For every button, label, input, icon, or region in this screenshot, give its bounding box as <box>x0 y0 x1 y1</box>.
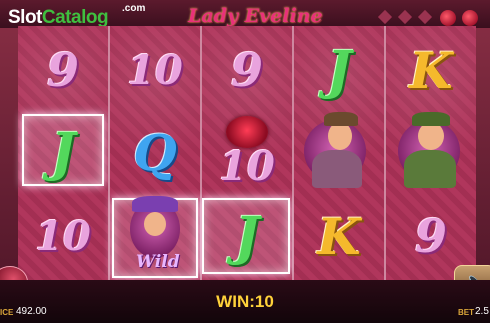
bet-value: 2.5 <box>475 306 489 317</box>
win-value: 10 <box>254 292 274 311</box>
gem-decoration-icon <box>377 9 393 25</box>
game-title: Lady Eveline <box>188 5 323 27</box>
balance-value: 492.00 <box>16 306 47 317</box>
symbol-label: 10 <box>35 212 91 260</box>
win-label: WIN: <box>216 292 255 311</box>
game-screen: SlotCatalog .com Lady Eveline 9 J 10 10 … <box>0 0 490 323</box>
rose-decoration-icon <box>462 10 478 26</box>
symbol-label: J <box>326 39 352 101</box>
bet-label: BET <box>458 308 474 317</box>
man-coat-icon <box>312 150 362 188</box>
gem-decoration-icon <box>417 9 433 25</box>
balance-label: ICE <box>0 308 14 317</box>
reel-1: 9 J 10 <box>18 26 108 280</box>
reel-symbol: 10 <box>110 28 200 112</box>
reel-symbol: K <box>294 194 384 278</box>
reel-symbol: K <box>386 28 476 112</box>
reel-grid: 9 J 10 10 Q Wild 9 10 J J K K 9 <box>18 26 476 280</box>
man-hat-icon <box>324 112 358 126</box>
man-face-icon <box>328 122 352 150</box>
symbol-label: 9 <box>414 209 447 263</box>
watermark-brand-part2: Catalog <box>41 7 109 28</box>
reel-4: J K <box>294 26 384 280</box>
symbol-label: Q <box>133 122 177 182</box>
symbol-label: 10 <box>219 142 275 190</box>
rose-decoration-icon <box>440 10 456 26</box>
watermark-domain: .com <box>122 3 146 14</box>
man-hat-icon <box>412 112 450 126</box>
symbol-label: 9 <box>230 43 263 97</box>
reel-symbol-character <box>294 110 384 194</box>
reel-symbol: 10 <box>202 110 292 194</box>
lady-face-icon <box>144 212 166 236</box>
game-header: SlotCatalog .com Lady Eveline <box>0 0 490 28</box>
reel-symbol: 10 <box>18 194 108 278</box>
symbol-label: 9 <box>46 43 79 97</box>
reel-symbol-wild: Wild <box>110 194 200 278</box>
symbol-label: K <box>409 40 453 100</box>
man-coat-icon <box>404 150 456 188</box>
win-display: WIN:10 <box>0 292 490 312</box>
reel-symbol: 9 <box>18 28 108 112</box>
reel-3: 9 10 J <box>202 26 292 280</box>
wild-label: Wild <box>136 252 180 272</box>
man-face-icon <box>418 122 444 150</box>
reel-symbol-character <box>386 110 476 194</box>
symbol-label: 10 <box>127 46 183 94</box>
reel-5: K 9 <box>386 26 476 280</box>
reel-2: 10 Q Wild <box>110 26 200 280</box>
reel-symbol: 9 <box>202 28 292 112</box>
symbol-label: K <box>317 206 361 266</box>
symbol-label: J <box>50 121 76 183</box>
reel-symbol: J <box>294 28 384 112</box>
feathered-hat-icon <box>132 196 178 212</box>
symbol-label: J <box>234 205 260 267</box>
reel-symbol: J <box>18 110 108 194</box>
reel-symbol: Q <box>110 110 200 194</box>
watermark-brand-part1: Slot <box>8 7 42 28</box>
gem-decoration-icon <box>397 9 413 25</box>
reel-symbol: J <box>202 194 292 278</box>
